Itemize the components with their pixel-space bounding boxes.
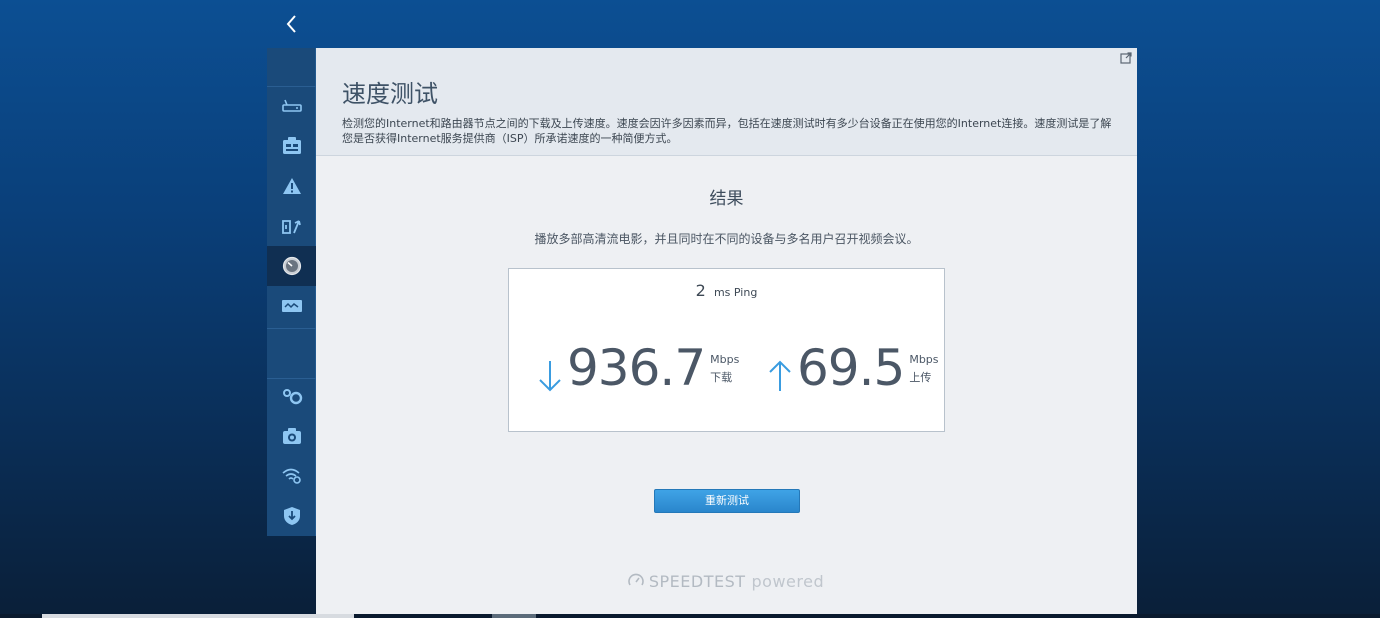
sidebar-item-security[interactable] [267,496,316,536]
upload-label: 上传 [909,371,932,384]
speedtest-logo: SPEEDTEST powered [616,570,836,592]
speedtest-wordmark: SPEEDTEST [648,571,746,591]
download-value: 936.7 [567,339,706,397]
parental-controls-icon [281,220,301,234]
speed-test-panel: 速度测试 检测您的Internet和路由器节点之间的下载及上传速度。速度会因许多… [316,48,1137,614]
chevron-left-icon [286,15,296,33]
camera-icon [282,428,301,444]
speedtest-gauge-icon [628,573,644,586]
results-subtitle: 播放多部高清流电影，并且同时在不同的设备与多名用户召开视频会议。 [534,232,919,246]
alert-icon [282,178,301,194]
speed-gauge-icon [282,256,301,276]
sidebar-item-parental-controls[interactable] [267,206,316,246]
upload-units: Mbps 上传 [909,351,938,387]
sidebar-item-alerts[interactable] [267,166,316,206]
sidebar-item-speed-test[interactable] [267,246,323,286]
page-description: 检测您的Internet和路由器节点之间的下载及上传速度。速度会因许多因素而异，… [342,117,1112,145]
ping-label: ms Ping [713,286,758,299]
powered-label: powered [751,571,825,591]
upload-unit: Mbps [909,353,939,366]
sidebar-divider [267,328,316,329]
ping-value: 2 [695,281,706,300]
page-title: 速度测试 [342,80,438,108]
sidebar-item-wifi-settings[interactable] [267,456,316,496]
sidebar [267,48,323,536]
panel-header: 速度测试 检测您的Internet和路由器节点之间的下载及上传速度。速度会因许多… [316,48,1137,156]
sidebar-item-router[interactable] [267,86,316,126]
arrow-up-icon [769,360,791,391]
scroll-track-highlight [42,614,354,618]
results-box: 2 ms Ping 936.7 Mbps 下载 69.5 Mbps 上传 [508,268,945,432]
upload-value: 69.5 [797,339,905,397]
sidebar-item-connectivity[interactable] [267,376,316,416]
scroll-thumb[interactable] [492,614,536,618]
device-list-icon [282,137,301,154]
back-button[interactable] [267,0,316,48]
bottom-scrollbar[interactable] [0,614,1380,618]
ping-readout: 2 ms Ping [509,281,944,300]
upload-metric: 69.5 Mbps 上传 [767,339,939,399]
security-shield-icon [283,507,300,525]
results-title: 结果 [709,189,744,209]
sidebar-item-network-map[interactable] [267,286,316,326]
router-icon [281,99,302,112]
download-metric: 936.7 Mbps 下载 [537,339,739,399]
download-units: Mbps 下载 [710,351,739,387]
network-map-icon [281,300,302,312]
connectivity-icon [282,389,302,405]
arrow-down-icon [539,361,561,392]
sidebar-item-devices[interactable] [267,126,316,166]
sidebar-item-camera[interactable] [267,416,316,456]
download-label: 下载 [710,371,733,384]
download-unit: Mbps [710,353,740,366]
retest-button[interactable]: 重新测试 [654,489,800,513]
popout-icon[interactable] [1120,52,1132,64]
wifi-settings-icon [281,468,301,484]
